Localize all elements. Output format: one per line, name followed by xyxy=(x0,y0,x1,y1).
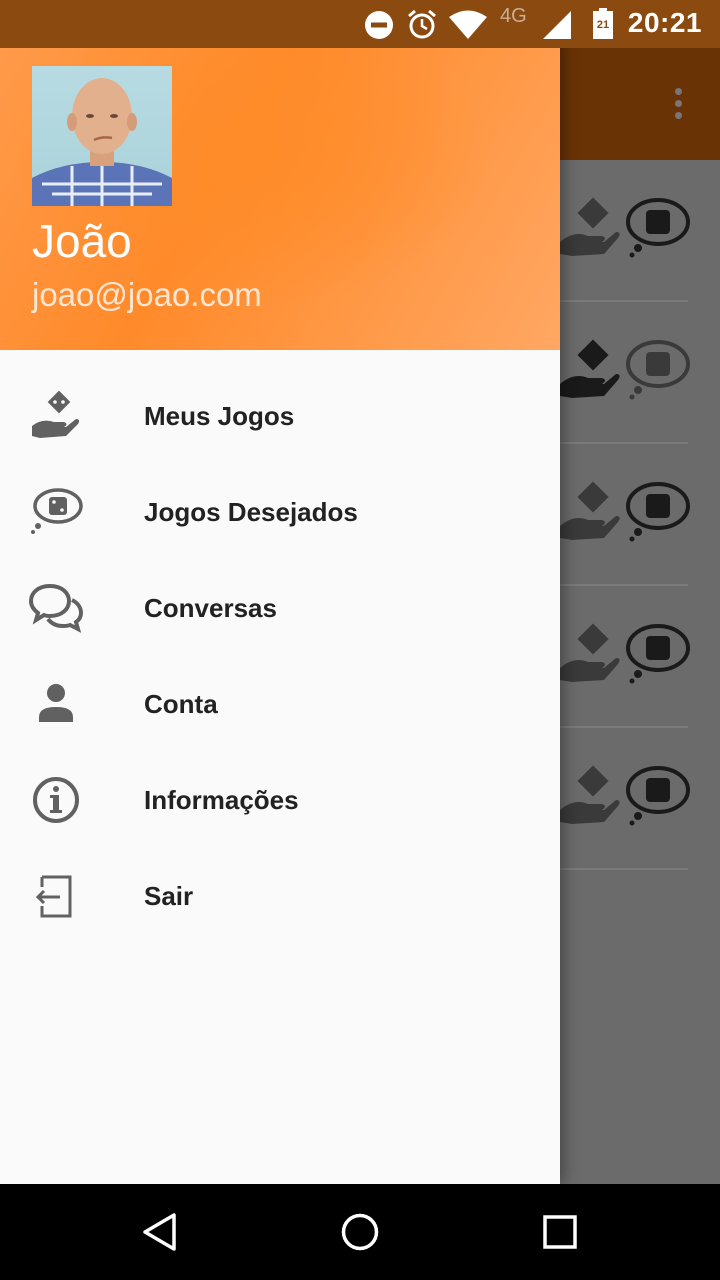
menu-item-label: Conta xyxy=(144,689,218,719)
chat-icon xyxy=(28,583,84,633)
menu-item-conversas[interactable]: Conversas xyxy=(0,560,560,656)
thought-dice-icon xyxy=(626,766,690,826)
battery-level: 21 xyxy=(597,19,609,31)
system-navigation-bar xyxy=(0,1184,720,1280)
menu-item-label: Meus Jogos xyxy=(144,401,295,431)
thought-dice-icon xyxy=(626,198,690,258)
hand-dice-icon xyxy=(560,481,620,540)
user-email: joao@joao.com xyxy=(32,276,262,313)
status-time: 20:21 xyxy=(627,7,702,38)
home-icon[interactable] xyxy=(340,1212,380,1252)
signal-icon xyxy=(543,11,571,39)
person-icon xyxy=(39,684,73,722)
hand-dice-icon xyxy=(32,390,80,438)
status-bar: 4G 21 20:21 xyxy=(0,0,720,48)
overflow-menu-icon[interactable] xyxy=(666,88,690,122)
thought-dice-icon xyxy=(31,488,83,534)
menu-item-informacoes[interactable]: Informações xyxy=(0,752,560,848)
hand-dice-icon xyxy=(560,623,620,682)
menu-item-meus-jogos[interactable]: Meus Jogos xyxy=(0,368,560,464)
avatar[interactable] xyxy=(32,66,172,206)
menu-item-label: Conversas xyxy=(144,593,277,623)
hand-dice-icon xyxy=(560,339,620,398)
menu-item-label: Sair xyxy=(144,881,194,911)
do-not-disturb-icon xyxy=(365,11,393,39)
menu-item-conta[interactable]: Conta xyxy=(0,656,560,752)
exit-icon xyxy=(35,875,72,918)
menu-item-label: Jogos Desejados xyxy=(144,497,358,527)
battery-icon: 21 xyxy=(593,8,613,39)
menu-item-jogos-desejados[interactable]: Jogos Desejados xyxy=(0,464,560,560)
recents-icon[interactable] xyxy=(542,1212,578,1252)
network-type: 4G xyxy=(500,5,527,27)
wifi-icon xyxy=(449,10,487,39)
thought-dice-icon xyxy=(626,624,690,684)
alarm-icon xyxy=(408,9,436,39)
back-icon[interactable] xyxy=(140,1212,180,1252)
thought-dice-icon xyxy=(626,340,690,400)
hand-dice-icon xyxy=(560,765,620,824)
navigation-drawer: João joao@joao.com Meus Jogos Jogos Dese… xyxy=(0,0,560,1184)
menu-item-label: Informações xyxy=(144,785,299,815)
thought-dice-icon xyxy=(626,482,690,542)
info-icon xyxy=(33,777,79,823)
drawer-header: João joao@joao.com xyxy=(0,48,560,350)
user-name: João xyxy=(32,215,132,267)
hand-dice-icon xyxy=(560,197,620,256)
avatar-image xyxy=(32,78,172,206)
menu-item-sair[interactable]: Sair xyxy=(0,848,560,944)
